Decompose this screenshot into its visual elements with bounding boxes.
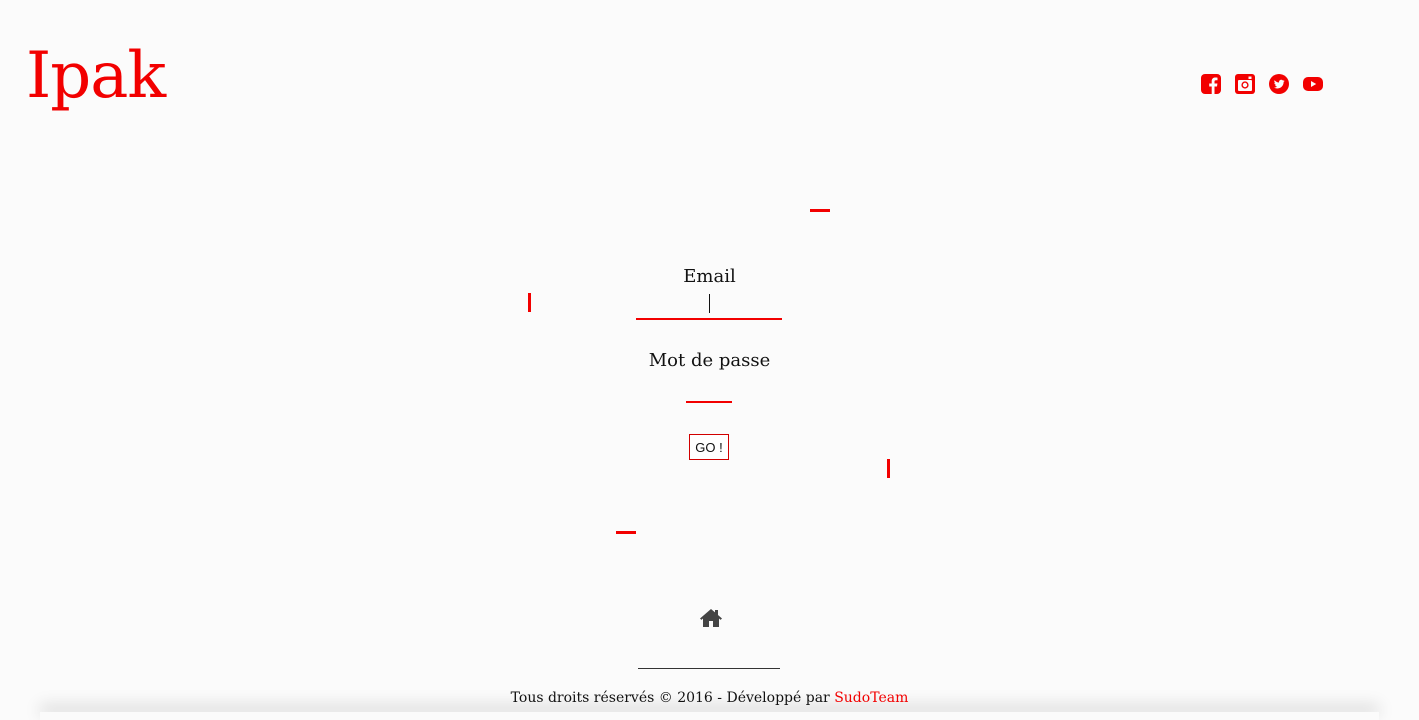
text-caret: [709, 294, 710, 313]
decor-dash-left: [528, 293, 531, 312]
instagram-icon[interactable]: [1234, 73, 1256, 95]
go-button[interactable]: GO !: [689, 434, 729, 460]
site-logo[interactable]: Ipak: [26, 44, 166, 108]
sudoteam-link[interactable]: SudoTeam: [834, 690, 908, 706]
social-links: [1200, 73, 1324, 95]
youtube-icon[interactable]: [1302, 73, 1324, 95]
copyright-text: Tous droits réservés © 2016 - Développé …: [510, 690, 835, 706]
decor-dash-right: [887, 459, 890, 478]
password-field[interactable]: [686, 376, 732, 403]
decor-dash-bottom: [616, 531, 636, 534]
password-label: Mot de passe: [648, 350, 771, 371]
footer-divider: [638, 668, 780, 669]
footer-text: Tous droits réservés © 2016 - Développé …: [0, 690, 1419, 706]
email-label: Email: [683, 266, 736, 287]
footer-shadow: [40, 712, 1379, 720]
facebook-icon[interactable]: [1200, 73, 1222, 95]
decor-dash-top: [810, 209, 830, 212]
twitter-icon[interactable]: [1268, 73, 1290, 95]
home-icon[interactable]: [699, 607, 723, 629]
